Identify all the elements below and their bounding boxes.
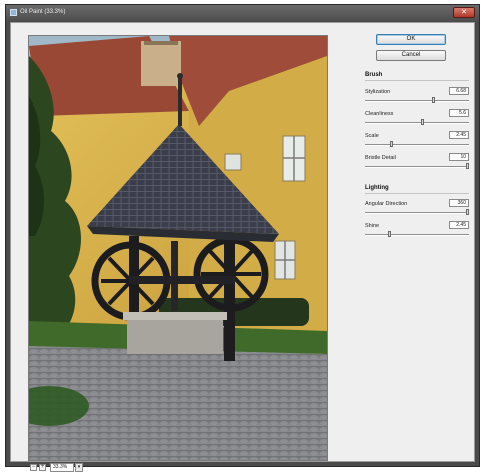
stylization-param: Stylization 6.68 bbox=[365, 87, 473, 111]
cleanliness-slider-track[interactable] bbox=[365, 122, 469, 124]
scale-label: Scale bbox=[365, 133, 379, 139]
oil-paint-app-icon bbox=[10, 9, 17, 16]
shine-value-field[interactable]: 2.45 bbox=[449, 221, 469, 229]
scale-slider-thumb[interactable] bbox=[390, 141, 393, 147]
zoom-dropdown-button[interactable]: ▾ bbox=[75, 463, 83, 472]
stylization-slider-thumb[interactable] bbox=[432, 97, 435, 103]
cleanliness-label: Cleanliness bbox=[365, 111, 394, 117]
dialog-client-area: − + 33.3% ▾ OK Cancel Brush Stylization … bbox=[10, 22, 475, 472]
bristle-detail-label: Bristle Detail bbox=[365, 155, 396, 161]
brush-group-title: Brush bbox=[365, 72, 383, 78]
shine-param: Shine 2.45 bbox=[365, 221, 473, 245]
zoom-in-button[interactable]: + bbox=[39, 464, 46, 471]
zoom-in-icon: + bbox=[40, 464, 45, 470]
cleanliness-slider-thumb[interactable] bbox=[421, 119, 424, 125]
angular-direction-value-field[interactable]: 360 bbox=[449, 199, 469, 207]
title-bar[interactable]: Oil Paint (33.3%) ✕ bbox=[6, 5, 479, 21]
cleanliness-value-field[interactable]: 5.6 bbox=[449, 109, 469, 117]
angular-direction-label: Angular Direction bbox=[365, 201, 408, 207]
cancel-button[interactable]: Cancel bbox=[376, 50, 446, 61]
angular-direction-param: Angular Direction 360 bbox=[365, 199, 473, 223]
angular-direction-slider-thumb[interactable] bbox=[466, 209, 469, 215]
angular-direction-slider-track[interactable] bbox=[365, 212, 469, 214]
lighting-divider bbox=[365, 193, 469, 194]
zoom-out-icon: − bbox=[31, 464, 36, 470]
bristle-detail-slider-thumb[interactable] bbox=[466, 163, 469, 169]
zoom-bar: − + 33.3% ▾ bbox=[28, 463, 328, 473]
ok-button[interactable]: OK bbox=[376, 34, 446, 45]
settings-panel: OK Cancel Brush Stylization 6.68 Cleanli… bbox=[357, 23, 473, 463]
zoom-level-field[interactable]: 33.3% bbox=[50, 463, 74, 472]
scale-value-field[interactable]: 2.45 bbox=[449, 131, 469, 139]
scale-param: Scale 2.45 bbox=[365, 131, 473, 155]
stylization-label: Stylization bbox=[365, 89, 391, 95]
stylization-value-field[interactable]: 6.68 bbox=[449, 87, 469, 95]
stylization-slider-track[interactable] bbox=[365, 100, 469, 102]
close-icon: ✕ bbox=[461, 9, 467, 16]
window-title: Oil Paint (33.3%) bbox=[20, 9, 66, 15]
bristle-detail-param: Bristle Detail 10 bbox=[365, 153, 473, 177]
shine-label: Shine bbox=[365, 223, 380, 229]
chevron-down-icon: ▾ bbox=[77, 464, 81, 470]
zoom-out-button[interactable]: − bbox=[30, 464, 37, 471]
bristle-detail-slider-track[interactable] bbox=[365, 166, 469, 168]
lighting-group-title: Lighting bbox=[365, 185, 389, 191]
close-button[interactable]: ✕ bbox=[453, 7, 475, 18]
shine-slider-thumb[interactable] bbox=[388, 231, 391, 237]
shine-slider-track[interactable] bbox=[365, 234, 469, 236]
scale-slider-track[interactable] bbox=[365, 144, 469, 146]
image-preview[interactable] bbox=[28, 35, 328, 461]
cleanliness-param: Cleanliness 5.6 bbox=[365, 109, 473, 133]
bristle-detail-value-field[interactable]: 10 bbox=[449, 153, 469, 161]
preview-painting bbox=[29, 36, 327, 460]
brush-divider bbox=[365, 80, 469, 81]
oil-paint-dialog: Oil Paint (33.3%) ✕ − + 33.3% ▾ OK Cance… bbox=[5, 4, 480, 472]
